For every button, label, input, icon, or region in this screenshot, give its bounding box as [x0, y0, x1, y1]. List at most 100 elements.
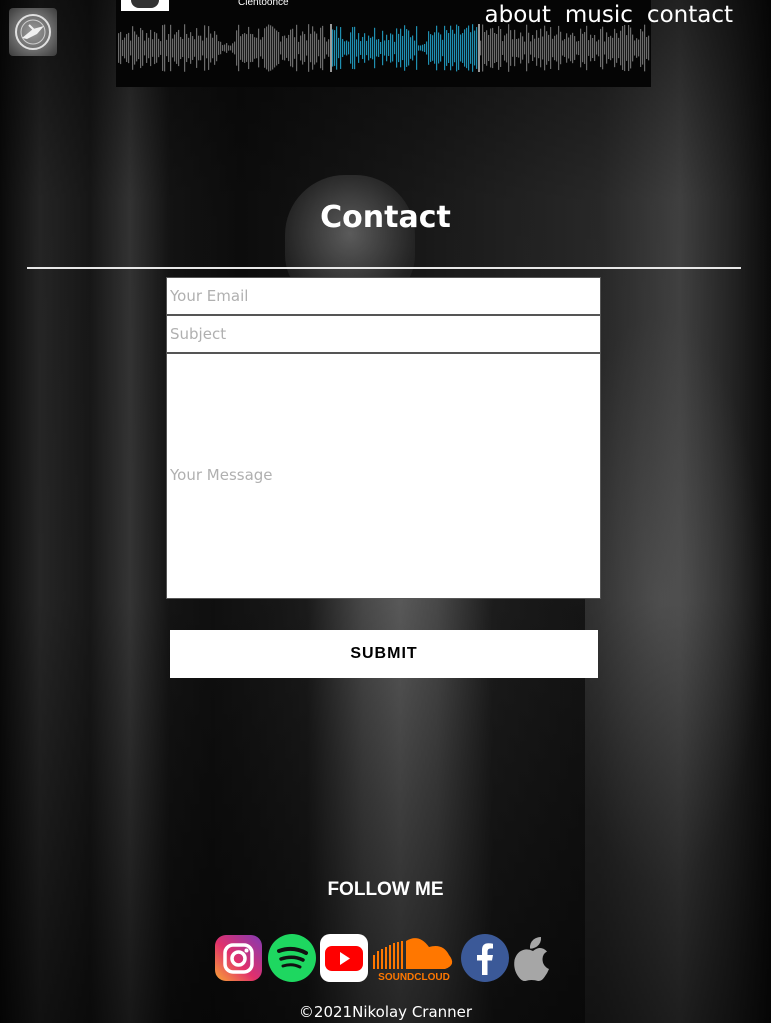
waveform-bar — [270, 25, 272, 71]
waveform-bar — [348, 41, 350, 55]
nav-link-about[interactable]: about — [485, 2, 551, 28]
youtube-icon[interactable] — [319, 933, 369, 983]
waveform-bar — [584, 32, 586, 64]
waveform-bar — [242, 34, 244, 62]
waveform-bar — [256, 37, 258, 59]
waveform-marker — [330, 24, 332, 72]
waveform-bar — [558, 25, 560, 71]
waveform-bar — [376, 39, 378, 57]
waveform-bar — [430, 34, 432, 62]
waveform-bar — [208, 26, 210, 70]
waveform-bar — [450, 25, 452, 71]
waveform-bar — [150, 29, 152, 67]
waveform-bar — [540, 28, 542, 68]
waveform-bar — [392, 34, 394, 62]
waveform-bar — [608, 36, 610, 60]
page: Clentoonce about music contact Contact S… — [0, 0, 771, 1023]
waveform-bar — [454, 33, 456, 63]
waveform-bar — [204, 25, 206, 71]
waveform-bar — [300, 35, 302, 61]
submit-button[interactable]: SUBMIT — [170, 630, 598, 678]
waveform-bar — [442, 39, 444, 57]
waveform-bar — [120, 31, 122, 65]
waveform-bar — [318, 39, 320, 57]
waveform-bar — [496, 34, 498, 62]
waveform-bar — [148, 37, 150, 59]
waveform-bar — [554, 35, 556, 61]
waveform-bar — [612, 37, 614, 59]
waveform-bar — [534, 38, 536, 58]
waveform-bar — [586, 25, 588, 71]
instagram-icon[interactable] — [214, 933, 264, 983]
waveform-bar — [514, 29, 516, 67]
waveform-bar — [462, 33, 464, 63]
message-field[interactable] — [166, 353, 601, 599]
waveform-bar — [568, 37, 570, 59]
waveform-bar — [536, 30, 538, 66]
waveform-bar — [142, 30, 144, 66]
waveform-bar — [410, 37, 412, 59]
waveform-bar — [544, 25, 546, 71]
waveform-bar — [230, 45, 232, 51]
waveform-bar — [398, 33, 400, 63]
waveform-bar — [528, 32, 530, 64]
email-field[interactable] — [166, 277, 601, 315]
waveform-bar — [284, 35, 286, 61]
waveform-bar — [624, 24, 626, 72]
waveform-bar — [184, 24, 186, 72]
waveform-bar — [520, 32, 522, 64]
waveform-bar — [504, 35, 506, 61]
waveform-bar — [472, 24, 474, 72]
waveform-bar — [622, 26, 624, 70]
waveform-bar — [228, 45, 230, 51]
waveform-bar — [466, 27, 468, 69]
waveform-bar — [192, 36, 194, 60]
waveform-bar — [178, 29, 180, 67]
nav-link-contact[interactable]: contact — [647, 2, 733, 28]
waveform[interactable] — [116, 22, 651, 74]
waveform-bar — [452, 29, 454, 67]
apple-icon[interactable] — [512, 933, 554, 983]
waveform-bar — [340, 27, 342, 69]
waveform-bar — [136, 34, 138, 62]
waveform-bar — [626, 35, 628, 61]
waveform-bar — [290, 29, 292, 67]
waveform-bar — [130, 40, 132, 56]
waveform-bar — [390, 33, 392, 63]
waveform-bar — [152, 39, 154, 57]
nav-link-music[interactable]: music — [565, 2, 633, 28]
facebook-icon[interactable] — [460, 933, 510, 983]
waveform-bar — [642, 31, 644, 65]
waveform-bar — [582, 33, 584, 63]
waveform-bar — [440, 34, 442, 62]
waveform-bar — [638, 39, 640, 57]
waveform-bar — [190, 32, 192, 64]
waveform-bar — [324, 37, 326, 59]
waveform-bar — [580, 28, 582, 68]
waveform-bar — [412, 35, 414, 61]
waveform-bar — [418, 45, 420, 51]
waveform-bar — [320, 27, 322, 69]
waveform-bar — [276, 30, 278, 66]
waveform-bar — [382, 30, 384, 66]
waveform-bar — [488, 34, 490, 62]
waveform-bar — [234, 41, 236, 55]
waveform-bar — [166, 39, 168, 57]
spotify-icon[interactable] — [267, 933, 317, 983]
subject-field[interactable] — [166, 315, 601, 353]
waveform-bar — [644, 24, 646, 72]
waveform-bar — [566, 33, 568, 63]
waveform-bar — [380, 41, 382, 55]
waveform-bar — [542, 36, 544, 60]
site-logo-icon[interactable] — [9, 8, 57, 56]
waveform-bar — [304, 34, 306, 62]
waveform-bar — [258, 28, 260, 68]
waveform-bar — [630, 27, 632, 69]
contact-heading: Contact — [320, 200, 451, 235]
waveform-bar — [246, 34, 248, 62]
waveform-bar — [592, 37, 594, 59]
waveform-bar — [610, 35, 612, 61]
waveform-bar — [616, 33, 618, 63]
soundcloud-icon[interactable]: SOUNDCLOUD — [371, 933, 457, 983]
waveform-bar — [298, 41, 300, 55]
